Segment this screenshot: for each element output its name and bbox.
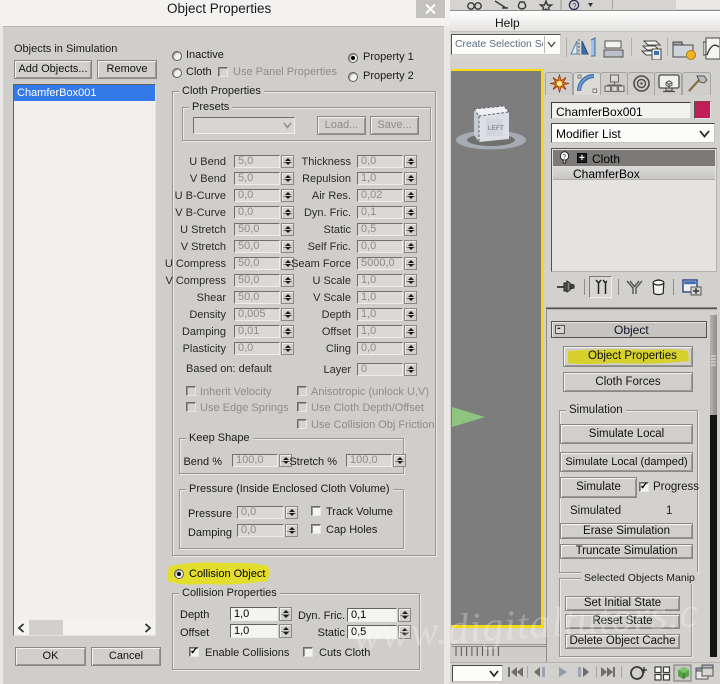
svg-text:?: ? xyxy=(562,154,566,161)
svg-text:?: ? xyxy=(572,2,577,10)
svg-text:LEFT: LEFT xyxy=(488,125,504,132)
